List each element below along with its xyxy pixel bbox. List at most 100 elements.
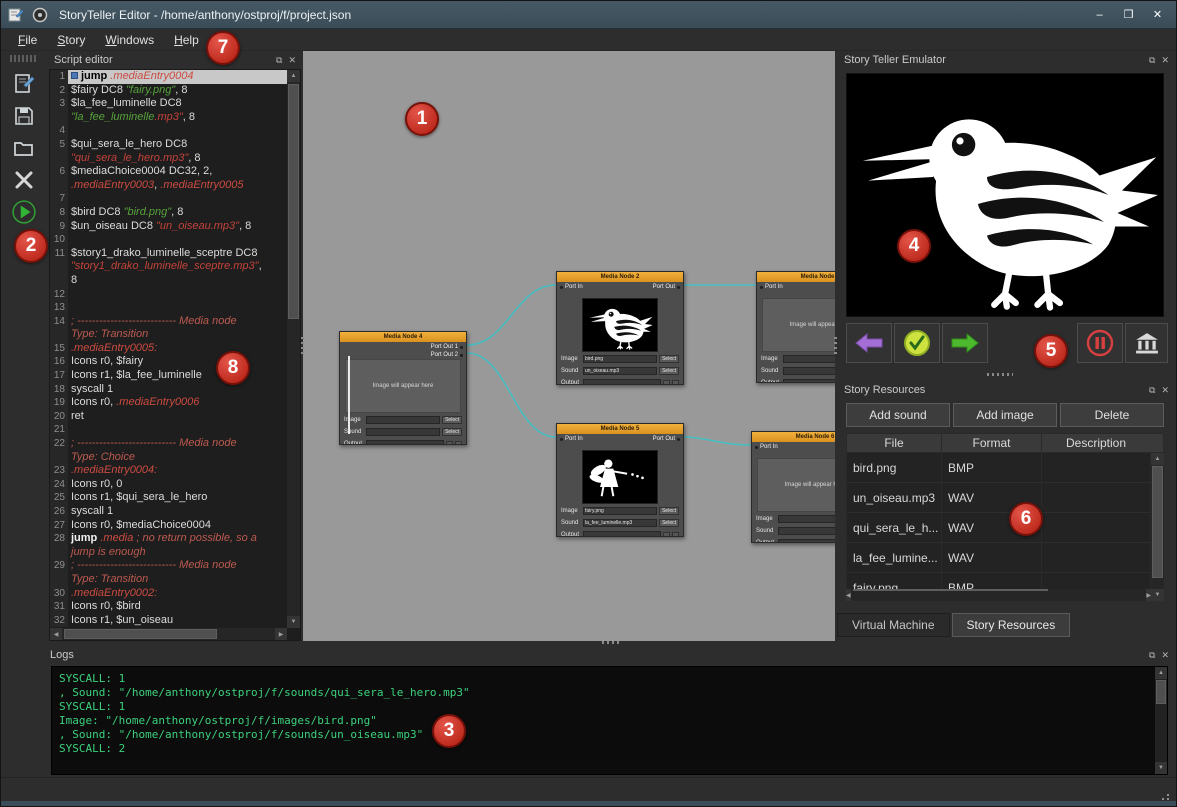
code-line[interactable]: 3$la_fee_luminelle DC8 xyxy=(50,97,287,111)
scroll-up-icon[interactable]: ▲ xyxy=(1151,453,1164,465)
tab-virtual-machine[interactable]: Virtual Machine xyxy=(837,613,950,637)
add-image-button[interactable]: Add image xyxy=(953,403,1057,427)
node-title-bar[interactable]: Media Node 6 xyxy=(752,432,835,442)
node-field[interactable] xyxy=(783,367,835,375)
scroll-right-icon[interactable]: ▶ xyxy=(1146,589,1151,601)
code-line[interactable]: 10 xyxy=(50,233,287,247)
splitter-handle[interactable] xyxy=(602,641,620,644)
resource-row[interactable]: qui_sera_le_h...WAV xyxy=(847,513,1151,543)
code-line[interactable]: "la_fee_luminelle.mp3", 8 xyxy=(50,111,287,125)
script-editor[interactable]: 1jump .mediaEntry00042$fairy DC8 "fairy.… xyxy=(49,69,301,641)
splitter-handle[interactable] xyxy=(987,373,1013,376)
float-dock-icon[interactable]: ⧉ xyxy=(1149,650,1155,660)
forward-button[interactable] xyxy=(942,323,988,363)
column-header-format[interactable]: Format xyxy=(942,434,1042,452)
code-line[interactable]: "qui_sera_le_hero.mp3", 8 xyxy=(50,152,287,166)
media-node[interactable]: Media Node 3Port InImage will appear her… xyxy=(756,271,835,383)
node-field[interactable] xyxy=(778,527,835,535)
output-option-icon[interactable] xyxy=(672,380,679,386)
scroll-thumb[interactable] xyxy=(1152,466,1163,578)
node-field[interactable]: bird.png xyxy=(583,355,657,363)
code-line[interactable]: 2$fairy DC8 "fairy.png", 8 xyxy=(50,84,287,98)
code-line[interactable]: 27Icons r0, $mediaChoice0004 xyxy=(50,519,287,533)
media-node[interactable]: Media Node 5Port InPort OutImagefairy.pn… xyxy=(556,423,684,537)
validate-button[interactable] xyxy=(894,323,940,363)
input-port[interactable]: Port In xyxy=(560,436,583,442)
node-field[interactable]: la_fee_luminelle.mp3 xyxy=(583,519,657,527)
select-button[interactable]: Select xyxy=(442,428,462,436)
table-horizontal-scrollbar[interactable]: ◀ ▶ xyxy=(846,589,1151,601)
code-line[interactable]: 11$story1_drako_luminelle_sceptre DC8 xyxy=(50,247,287,261)
output-port[interactable]: Port Out xyxy=(653,436,680,442)
table-vertical-scrollbar[interactable]: ▲ ▼ xyxy=(1151,453,1164,601)
save-button[interactable] xyxy=(8,102,40,130)
code-line[interactable]: 29; --------------------------- Media no… xyxy=(50,559,287,573)
close-button[interactable]: ✕ xyxy=(1145,5,1170,25)
code-line[interactable]: 6$mediaChoice0004 DC32, 2, xyxy=(50,165,287,179)
code-line[interactable]: 18syscall 1 xyxy=(50,383,287,397)
code-line[interactable]: 20ret xyxy=(50,410,287,424)
back-button[interactable] xyxy=(846,323,892,363)
delete-button[interactable]: Delete xyxy=(1060,403,1164,427)
scroll-right-icon[interactable]: ▶ xyxy=(275,628,287,640)
output-port[interactable]: Port Out 2 xyxy=(431,352,463,358)
close-dock-icon[interactable]: ✕ xyxy=(1161,650,1169,660)
close-project-button[interactable] xyxy=(8,166,40,194)
node-canvas[interactable]: Media Node 4Port Out 1Port Out 2Image wi… xyxy=(303,51,835,641)
input-port[interactable]: Port In xyxy=(560,284,583,290)
resources-table-body[interactable]: bird.pngBMPun_oiseau.mp3WAVqui_sera_le_h… xyxy=(846,453,1151,589)
output-port[interactable]: Port Out 1 xyxy=(431,344,463,350)
media-node[interactable]: Media Node 2Port InPort OutImagebird.png… xyxy=(556,271,684,385)
code-line[interactable]: Type: Transition xyxy=(50,573,287,587)
new-script-button[interactable] xyxy=(8,70,40,98)
code-line[interactable]: 31Icons r0, $bird xyxy=(50,600,287,614)
code-line[interactable]: 8$bird DC8 "bird.png", 8 xyxy=(50,206,287,220)
node-title-bar[interactable]: Media Node 3 xyxy=(757,272,835,282)
code-line[interactable]: 7 xyxy=(50,192,287,206)
float-dock-icon[interactable]: ⧉ xyxy=(276,55,282,65)
code-line[interactable]: 24Icons r0, 0 xyxy=(50,478,287,492)
tab-story-resources[interactable]: Story Resources xyxy=(952,613,1071,637)
column-header-file[interactable]: File xyxy=(847,434,942,452)
editor-vertical-scrollbar[interactable]: ▲ ▼ xyxy=(287,70,300,628)
node-field[interactable] xyxy=(778,515,835,523)
column-header-description[interactable]: Description xyxy=(1042,434,1150,452)
menu-item-story[interactable]: Story xyxy=(48,31,94,49)
code-line[interactable]: 4 xyxy=(50,124,287,138)
node-field[interactable] xyxy=(366,428,440,436)
home-button[interactable] xyxy=(1125,323,1168,363)
log-output[interactable]: SYSCALL: 1, Sound: "/home/anthony/ostpro… xyxy=(51,666,1168,775)
close-dock-icon[interactable]: ✕ xyxy=(1161,385,1169,395)
code-line[interactable]: 25Icons r1, $qui_sera_le_hero xyxy=(50,491,287,505)
node-title-bar[interactable]: Media Node 5 xyxy=(557,424,683,434)
code-area[interactable]: 1jump .mediaEntry00042$fairy DC8 "fairy.… xyxy=(50,70,287,628)
node-field[interactable] xyxy=(366,416,440,424)
editor-horizontal-scrollbar[interactable]: ◀ ▶ xyxy=(50,628,287,640)
code-line[interactable]: 22; --------------------------- Media no… xyxy=(50,437,287,451)
code-line[interactable]: 17Icons r1, $la_fee_luminelle xyxy=(50,369,287,383)
code-line[interactable]: Type: Transition xyxy=(50,328,287,342)
output-option-icon[interactable] xyxy=(672,532,679,538)
node-title-bar[interactable]: Media Node 4 xyxy=(340,332,466,342)
resource-row[interactable]: bird.pngBMP xyxy=(847,453,1151,483)
code-line[interactable]: jump is enough xyxy=(50,546,287,560)
close-dock-icon[interactable]: ✕ xyxy=(1161,55,1169,65)
node-field[interactable]: un_oiseau.mp3 xyxy=(583,367,657,375)
select-button[interactable]: Select xyxy=(659,367,679,375)
title-bar[interactable]: StoryTeller Editor - /home/anthony/ostpr… xyxy=(1,1,1176,29)
code-line[interactable]: 21 xyxy=(50,423,287,437)
code-line[interactable]: .mediaEntry0003, .mediaEntry0005 xyxy=(50,179,287,193)
code-line[interactable]: 30.mediaEntry0002: xyxy=(50,587,287,601)
code-line[interactable]: 16Icons r0, $fairy xyxy=(50,355,287,369)
menu-item-file[interactable]: File xyxy=(9,31,46,49)
code-line[interactable]: 13 xyxy=(50,301,287,315)
resize-grip-icon[interactable] xyxy=(1167,794,1169,796)
add-sound-button[interactable]: Add sound xyxy=(846,403,950,427)
maximize-button[interactable]: ❒ xyxy=(1116,5,1141,25)
resource-row[interactable]: la_fee_lumine...WAV xyxy=(847,543,1151,573)
open-project-button[interactable] xyxy=(8,134,40,162)
output-option-icon[interactable] xyxy=(455,441,462,446)
code-line[interactable]: "story1_drako_luminelle_sceptre.mp3", xyxy=(50,260,287,274)
output-option-icon[interactable] xyxy=(663,532,670,538)
scroll-up-icon[interactable]: ▲ xyxy=(287,70,300,82)
